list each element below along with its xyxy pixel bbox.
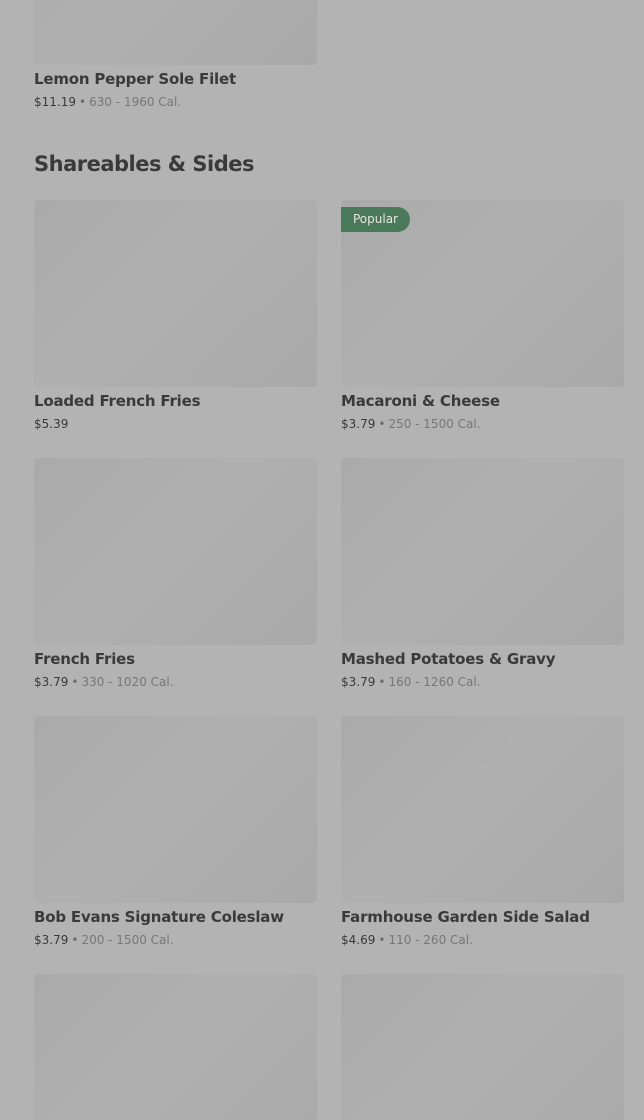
item-calories: 630 - 1960 Cal. (89, 95, 182, 109)
item-price-calories: $5.39 (34, 417, 68, 431)
item-calories: 160 - 1260 Cal. (388, 675, 481, 689)
separator-dot: • (378, 933, 386, 947)
separator-dot: • (71, 933, 79, 947)
item-price-calories: $3.79 • 330 - 1020 Cal. (34, 675, 174, 689)
item-name: Macaroni & Cheese (341, 392, 500, 410)
item-price: $5.39 (34, 417, 69, 431)
item-price: $3.79 (341, 675, 376, 689)
item-name: Mashed Potatoes & Gravy (341, 650, 556, 668)
item-calories: 200 - 1500 Cal. (81, 933, 174, 947)
item-image[interactable] (34, 716, 317, 903)
item-name: Farmhouse Garden Side Salad (341, 908, 590, 926)
separator-dot: • (378, 675, 386, 689)
item-calories: 110 - 260 Cal. (388, 933, 473, 947)
item-image[interactable] (341, 716, 624, 903)
item-price: $3.79 (34, 675, 69, 689)
item-price-calories: $11.19 • 630 - 1960 Cal. (34, 95, 181, 109)
item-price-calories: $4.69 • 110 - 260 Cal. (341, 933, 473, 947)
item-image[interactable] (341, 458, 624, 645)
item-name: Loaded French Fries (34, 392, 201, 410)
item-name: French Fries (34, 650, 135, 668)
item-price: $3.79 (34, 933, 69, 947)
item-image[interactable] (34, 974, 317, 1120)
item-name: Lemon Pepper Sole Filet (34, 70, 236, 88)
section-title: Shareables & Sides (34, 152, 255, 176)
item-price: $4.69 (341, 933, 376, 947)
item-price-calories: $3.79 • 160 - 1260 Cal. (341, 675, 481, 689)
separator-dot: • (71, 675, 79, 689)
item-price: $11.19 (34, 95, 76, 109)
item-image[interactable]: Popular (341, 200, 624, 387)
item-image[interactable] (341, 974, 624, 1120)
item-calories: 250 - 1500 Cal. (388, 417, 481, 431)
item-calories: 330 - 1020 Cal. (81, 675, 174, 689)
menu-page: Lemon Pepper Sole Filet $11.19 • 630 - 196… (0, 0, 644, 1120)
item-price-calories: $3.79 • 250 - 1500 Cal. (341, 417, 481, 431)
popular-badge: Popular (341, 207, 410, 232)
item-image[interactable] (34, 0, 317, 65)
separator-dot: • (378, 417, 386, 431)
item-image[interactable] (34, 200, 317, 387)
separator-dot: • (79, 95, 87, 109)
item-price: $3.79 (341, 417, 376, 431)
item-name: Bob Evans Signature Coleslaw (34, 908, 284, 926)
item-image[interactable] (34, 458, 317, 645)
item-price-calories: $3.79 • 200 - 1500 Cal. (34, 933, 174, 947)
